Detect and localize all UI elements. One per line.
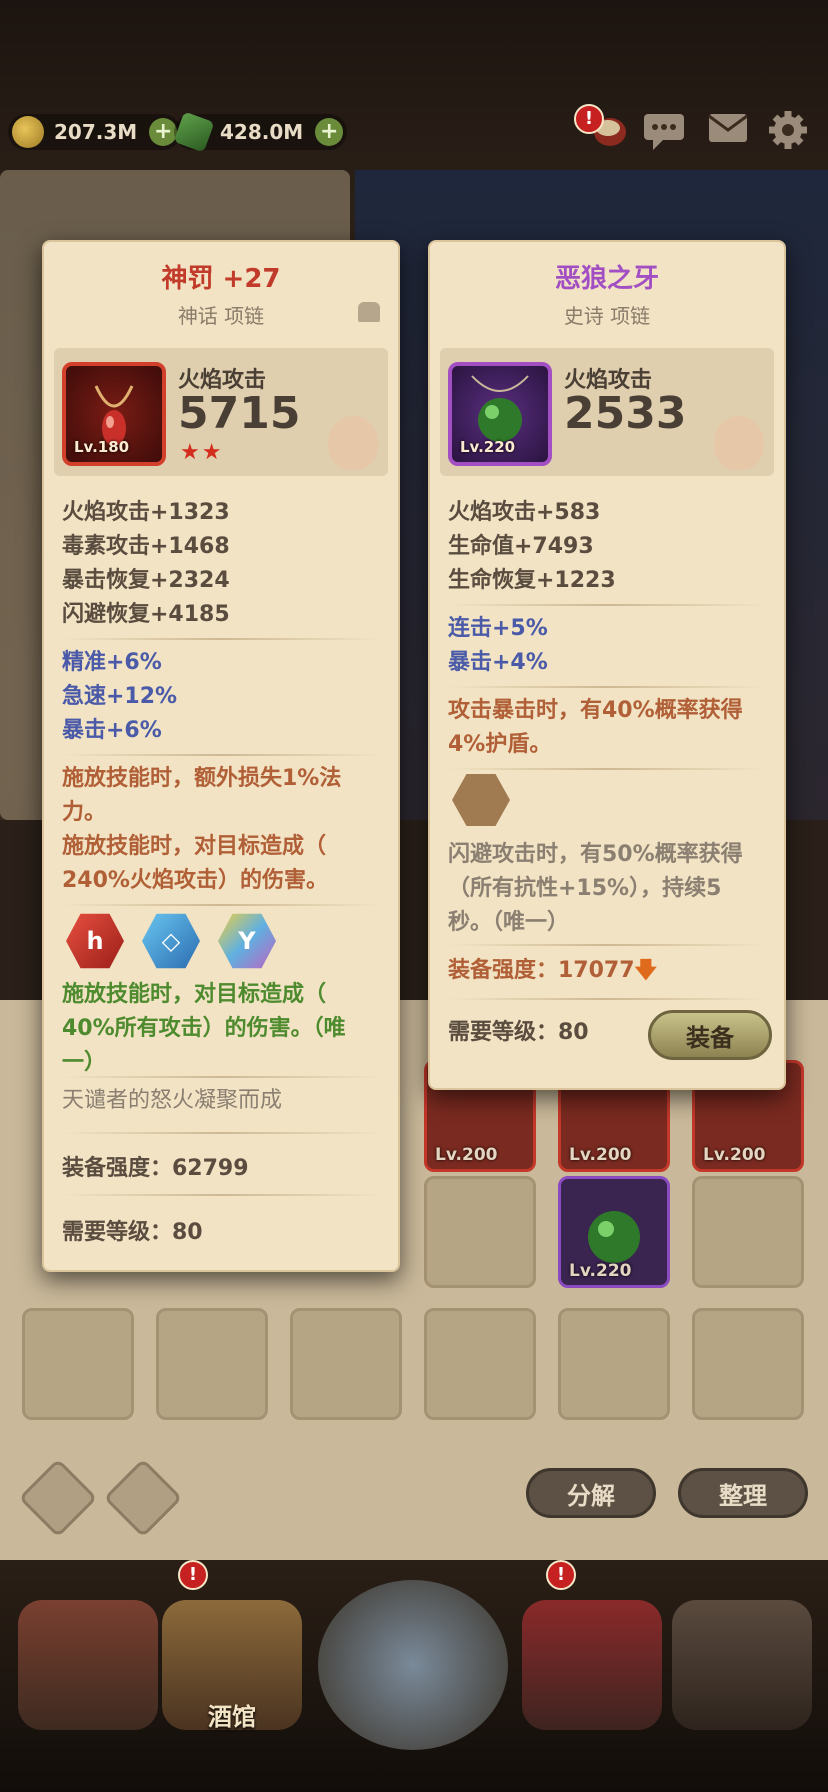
gem-amount: 428.0M xyxy=(220,120,304,144)
gem-effect-line: 40%所有攻击）的伤害。（唯 xyxy=(62,1016,346,1041)
stat-line: 生命值+7493 xyxy=(448,534,594,559)
nav-arena[interactable] xyxy=(522,1600,662,1730)
nav-forge[interactable] xyxy=(672,1600,812,1730)
gold-counter[interactable]: 207.3M + xyxy=(8,114,182,150)
alert-badge-icon: ! xyxy=(178,1560,208,1590)
divider xyxy=(62,1132,380,1134)
item-detail-card-epic: 恶狼之牙 史诗 项链 Lv.220 火焰攻击 2533 火焰攻击+583 生命值… xyxy=(428,240,786,1090)
divider xyxy=(448,604,766,606)
gold-amount: 207.3M xyxy=(54,120,138,144)
nav-home[interactable] xyxy=(18,1600,158,1730)
stat-line: 火焰攻击+1323 xyxy=(62,500,230,525)
item-icon: Lv.220 xyxy=(448,362,552,466)
plus-icon[interactable]: + xyxy=(149,118,178,146)
gear-icon[interactable] xyxy=(764,108,812,156)
inventory-slot[interactable] xyxy=(692,1308,804,1420)
effect-line: 施放技能时，对目标造成（ xyxy=(62,834,327,859)
star-rating: ★★ xyxy=(180,440,224,465)
plus-icon[interactable]: + xyxy=(315,118,344,146)
equipment-strength: 装备强度：17077🡇 xyxy=(448,958,658,983)
bonus-line: 精准+6% xyxy=(62,650,162,675)
stat-line: 闪避恢复+4185 xyxy=(62,602,230,627)
divider xyxy=(448,944,766,946)
nav-adventure[interactable] xyxy=(318,1580,508,1750)
item-icon: Lv.180 xyxy=(62,362,166,466)
item-header: Lv.220 火焰攻击 2533 xyxy=(440,348,774,476)
inventory-slot[interactable] xyxy=(22,1308,134,1420)
stat-line: 火焰攻击+583 xyxy=(448,500,601,525)
inventory-slot[interactable] xyxy=(290,1308,402,1420)
divider xyxy=(62,1194,380,1196)
required-level: 需要等级：80 xyxy=(62,1220,203,1245)
divider xyxy=(62,754,380,756)
item-name: 神罚 +27 xyxy=(161,264,281,294)
effect-line: 施放技能时，额外损失1%法 xyxy=(62,766,342,791)
item-header: Lv.180 火焰攻击 5715 ★★ xyxy=(54,348,388,476)
flavor-text: 天谴者的怒火凝聚而成 xyxy=(62,1088,283,1113)
top-bar: 207.3M + 428.0M + ! xyxy=(0,100,828,170)
effect-line: 4%护盾。 xyxy=(448,732,552,757)
sort-button[interactable]: 整理 xyxy=(678,1468,808,1518)
bonus-line: 连击+5% xyxy=(448,616,548,641)
divider xyxy=(62,638,380,640)
mail-icon[interactable] xyxy=(704,108,752,156)
effect-line: 力。 xyxy=(62,800,107,825)
divider xyxy=(448,686,766,688)
gem-icon xyxy=(173,111,215,153)
empty-socket-icon[interactable] xyxy=(452,774,510,826)
inventory-slot[interactable]: Lv.220 xyxy=(558,1176,670,1288)
flame-icon xyxy=(714,416,764,470)
filter-accessory-button[interactable] xyxy=(103,1458,183,1538)
game-screen: 207.3M + 428.0M + ! Lv.200 Lv.200 Lv.200 xyxy=(0,0,828,1792)
item-type: 史诗 项链 xyxy=(563,304,651,328)
decompose-button[interactable]: 分解 xyxy=(526,1468,656,1518)
alert-badge-icon: ! xyxy=(574,104,604,134)
inventory-slot[interactable] xyxy=(558,1308,670,1420)
bonus-line: 暴击+4% xyxy=(448,650,548,675)
filter-armor-button[interactable] xyxy=(18,1458,98,1538)
bonus-line: 暴击+6% xyxy=(62,718,162,743)
stat-line: 暴击恢复+2324 xyxy=(62,568,230,593)
socket-effect-line: 秒。（唯一） xyxy=(448,910,570,935)
item-type: 神话 项链 xyxy=(177,304,265,328)
gem-effect-line: 一） xyxy=(62,1050,107,1075)
coin-icon xyxy=(12,116,44,148)
main-stat-value: 2533 xyxy=(564,388,687,439)
item-detail-card-myth: 神罚 +27 神话 项链 Lv.180 火焰攻击 5715 ★★ 火焰攻击+13… xyxy=(42,240,400,1272)
nav-tavern[interactable]: 酒馆 xyxy=(162,1600,302,1731)
divider xyxy=(62,1076,380,1078)
divider xyxy=(62,904,380,906)
item-name: 恶狼之牙 xyxy=(554,264,659,294)
equipment-strength: 装备强度：62799 xyxy=(62,1156,249,1181)
socket-effect-line: （所有抗性+15%），持续5 xyxy=(448,876,722,901)
divider xyxy=(448,768,766,770)
gem-effect-line: 施放技能时，对目标造成（ xyxy=(62,982,327,1007)
flame-icon xyxy=(328,416,378,470)
inventory-slot[interactable] xyxy=(424,1308,536,1420)
bottom-nav: 酒馆 ! ! xyxy=(0,1560,828,1792)
equip-button[interactable]: 装备 xyxy=(648,1010,772,1060)
main-stat-value: 5715 xyxy=(178,388,301,439)
arrow-down-icon: 🡇 xyxy=(634,958,658,983)
rune-gem-red-icon[interactable]: h xyxy=(66,913,124,969)
gem-counter[interactable]: 428.0M + xyxy=(173,111,348,153)
inventory-slot[interactable] xyxy=(424,1176,536,1288)
stat-line: 生命恢复+1223 xyxy=(448,568,616,593)
bonus-line: 急速+12% xyxy=(62,684,178,709)
effect-line: 240%火焰攻击）的伤害。 xyxy=(62,868,328,893)
stat-line: 毒素攻击+1468 xyxy=(62,534,230,559)
inventory-slot[interactable] xyxy=(156,1308,268,1420)
alert-badge-icon: ! xyxy=(546,1560,576,1590)
rune-gem-prism-icon[interactable]: Y xyxy=(218,913,276,969)
rune-gem-blue-icon[interactable]: ◇ xyxy=(142,913,200,969)
lock-icon[interactable] xyxy=(358,302,380,322)
inventory-slot[interactable] xyxy=(692,1176,804,1288)
nav-tavern-label: 酒馆 xyxy=(208,1703,256,1731)
chat-icon[interactable] xyxy=(640,108,688,156)
divider xyxy=(448,998,766,1000)
socket-effect-line: 闪避攻击时，有50%概率获得 xyxy=(448,842,743,867)
effect-line: 攻击暴击时，有40%概率获得 xyxy=(448,698,743,723)
